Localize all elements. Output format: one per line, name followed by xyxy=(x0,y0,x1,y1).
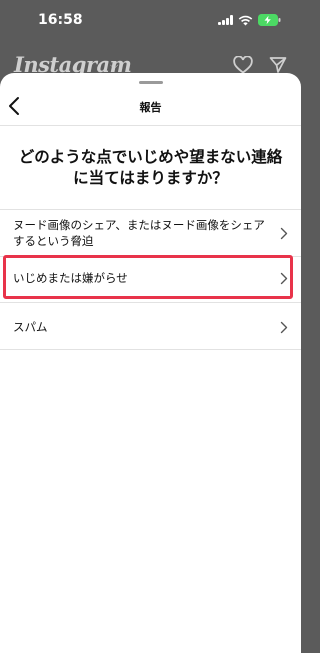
option-label: ヌード画像のシェア、またはヌード画像をシェアするという脅迫 xyxy=(13,218,265,248)
chevron-right-icon xyxy=(280,272,288,285)
option-nude-image-sharing[interactable]: ヌード画像のシェア、またはヌード画像をシェアするという脅迫 xyxy=(0,210,301,256)
report-question: どのような点でいじめや望まない連絡に当てはまりますか？ xyxy=(18,148,283,187)
title-divider xyxy=(0,125,301,126)
status-time: 16:58 xyxy=(38,12,83,28)
chevron-down-icon: ⌵ xyxy=(110,59,119,72)
status-bar: 16:58 xyxy=(0,0,301,44)
option-bullying-harassment[interactable]: いじめまたは嫌がらせ xyxy=(0,257,301,299)
chevron-right-icon xyxy=(280,227,288,240)
wifi-icon xyxy=(238,15,253,26)
status-icons xyxy=(218,14,281,26)
cellular-signal-icon xyxy=(218,15,233,25)
option-label: スパム xyxy=(13,320,48,334)
option-spam[interactable]: スパム xyxy=(0,303,301,349)
divider xyxy=(0,349,301,350)
battery-charging-icon xyxy=(258,14,281,26)
option-label: いじめまたは嫌がらせ xyxy=(13,271,128,285)
report-sheet: 報告 どのような点でいじめや望まない連絡に当てはまりますか？ ヌード画像のシェア… xyxy=(0,73,301,653)
chevron-right-icon xyxy=(280,321,288,334)
sheet-drag-handle[interactable] xyxy=(139,81,163,84)
sheet-title: 報告 xyxy=(139,101,162,114)
